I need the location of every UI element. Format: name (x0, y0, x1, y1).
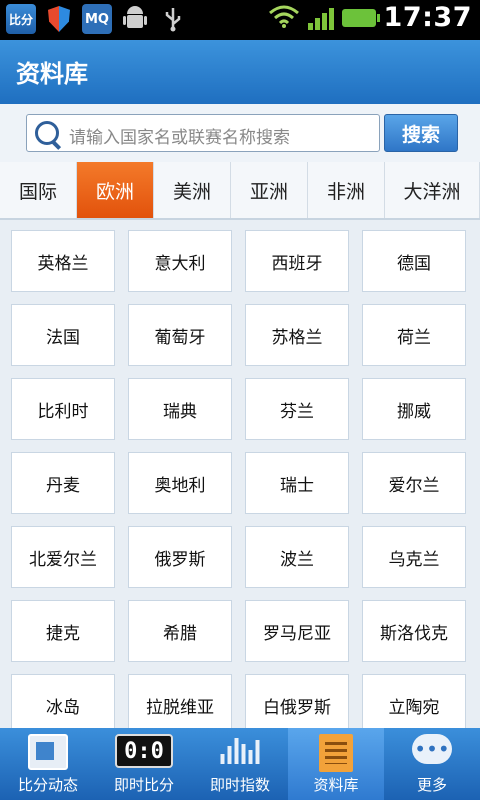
country-button[interactable]: 乌克兰 (362, 526, 466, 588)
battery-icon (341, 8, 380, 27)
country-button[interactable]: 丹麦 (11, 452, 115, 514)
nav-label: 比分动态 (17, 776, 78, 794)
country-button[interactable]: 爱尔兰 (362, 452, 466, 514)
country-button[interactable]: 冰岛 (11, 674, 115, 728)
wifi-icon (268, 4, 300, 32)
country-button[interactable]: 荷兰 (362, 304, 466, 366)
country-button[interactable]: 波兰 (245, 526, 349, 588)
nav-label: 即时指数 (209, 776, 270, 794)
search-bar: 请输入国家名或联赛名称搜索 搜索 (0, 104, 480, 163)
nav-instant-score[interactable]: 0:0 即时比分 (96, 728, 192, 800)
nav-live-score[interactable]: 比分动态 (0, 728, 96, 800)
usb-icon (158, 4, 188, 34)
search-icon (35, 121, 59, 145)
page-title: 资料库 (16, 60, 88, 88)
clock: 17:37 (383, 2, 472, 33)
country-button[interactable]: 德国 (362, 230, 466, 292)
tab-4[interactable]: 非洲 (308, 162, 385, 218)
tab-1[interactable]: 欧洲 (77, 162, 154, 218)
search-input[interactable]: 请输入国家名或联赛名称搜索 (26, 114, 380, 152)
country-button[interactable]: 比利时 (11, 378, 115, 440)
country-button[interactable]: 白俄罗斯 (245, 674, 349, 728)
scoreboard-icon: 0:0 (115, 734, 173, 768)
nav-more[interactable]: ••• 更多 (384, 728, 480, 800)
country-button[interactable]: 挪威 (362, 378, 466, 440)
country-button[interactable]: 拉脱维亚 (128, 674, 232, 728)
country-button[interactable]: 苏格兰 (245, 304, 349, 366)
nav-label: 资料库 (313, 776, 359, 794)
tab-2[interactable]: 美洲 (154, 162, 231, 218)
more-icon: ••• (412, 734, 452, 764)
country-button[interactable]: 法国 (11, 304, 115, 366)
tab-3[interactable]: 亚洲 (231, 162, 308, 218)
country-button[interactable]: 葡萄牙 (128, 304, 232, 366)
live-score-icon (28, 734, 68, 770)
country-button[interactable]: 西班牙 (245, 230, 349, 292)
nav-label: 即时比分 (113, 776, 174, 794)
country-button[interactable]: 北爱尔兰 (11, 526, 115, 588)
country-button[interactable]: 英格兰 (11, 230, 115, 292)
nav-label: 更多 (416, 776, 447, 794)
system-status: 17:37 (268, 2, 472, 33)
country-button[interactable]: 奥地利 (128, 452, 232, 514)
country-button[interactable]: 罗马尼亚 (245, 600, 349, 662)
region-tabs: 国际 欧洲 美洲 亚洲 非洲 大洋洲 (0, 162, 480, 220)
country-button[interactable]: 意大利 (128, 230, 232, 292)
country-grid: 英格兰 意大利 西班牙 德国法国 葡萄牙 苏格兰 荷兰比利时 瑞典 芬兰 挪威丹麦 奥地利 瑞士 爱尔兰… (0, 220, 480, 728)
title-bar: 资料库 (0, 40, 480, 104)
status-bar: 比分 MQ 17:37 (0, 0, 480, 40)
shield-icon (44, 4, 74, 34)
mq-icon: MQ (82, 4, 112, 34)
search-placeholder: 请输入国家名或联赛名称搜索 (69, 128, 290, 148)
nav-instant-index[interactable]: 即时指数 (192, 728, 288, 800)
signal-icon (307, 6, 334, 30)
database-icon (319, 734, 353, 772)
country-button[interactable]: 捷克 (11, 600, 115, 662)
nav-database[interactable]: 资料库 (288, 728, 384, 800)
country-button[interactable]: 俄罗斯 (128, 526, 232, 588)
search-button[interactable]: 搜索 (384, 114, 458, 152)
bifen-app-icon: 比分 (6, 4, 36, 34)
notification-icons: 比分 MQ (6, 4, 188, 34)
android-debug-icon (120, 4, 150, 34)
country-button[interactable]: 芬兰 (245, 378, 349, 440)
country-button[interactable]: 瑞典 (128, 378, 232, 440)
bar-chart-icon (220, 734, 260, 764)
country-button[interactable]: 瑞士 (245, 452, 349, 514)
country-button[interactable]: 斯洛伐克 (362, 600, 466, 662)
tab-5[interactable]: 大洋洲 (385, 162, 480, 218)
tab-0[interactable]: 国际 (0, 162, 77, 218)
country-button[interactable]: 立陶宛 (362, 674, 466, 728)
bottom-nav: 比分动态 0:0 即时比分 即时指数 资料库 ••• 更多 (0, 728, 480, 800)
country-button[interactable]: 希腊 (128, 600, 232, 662)
